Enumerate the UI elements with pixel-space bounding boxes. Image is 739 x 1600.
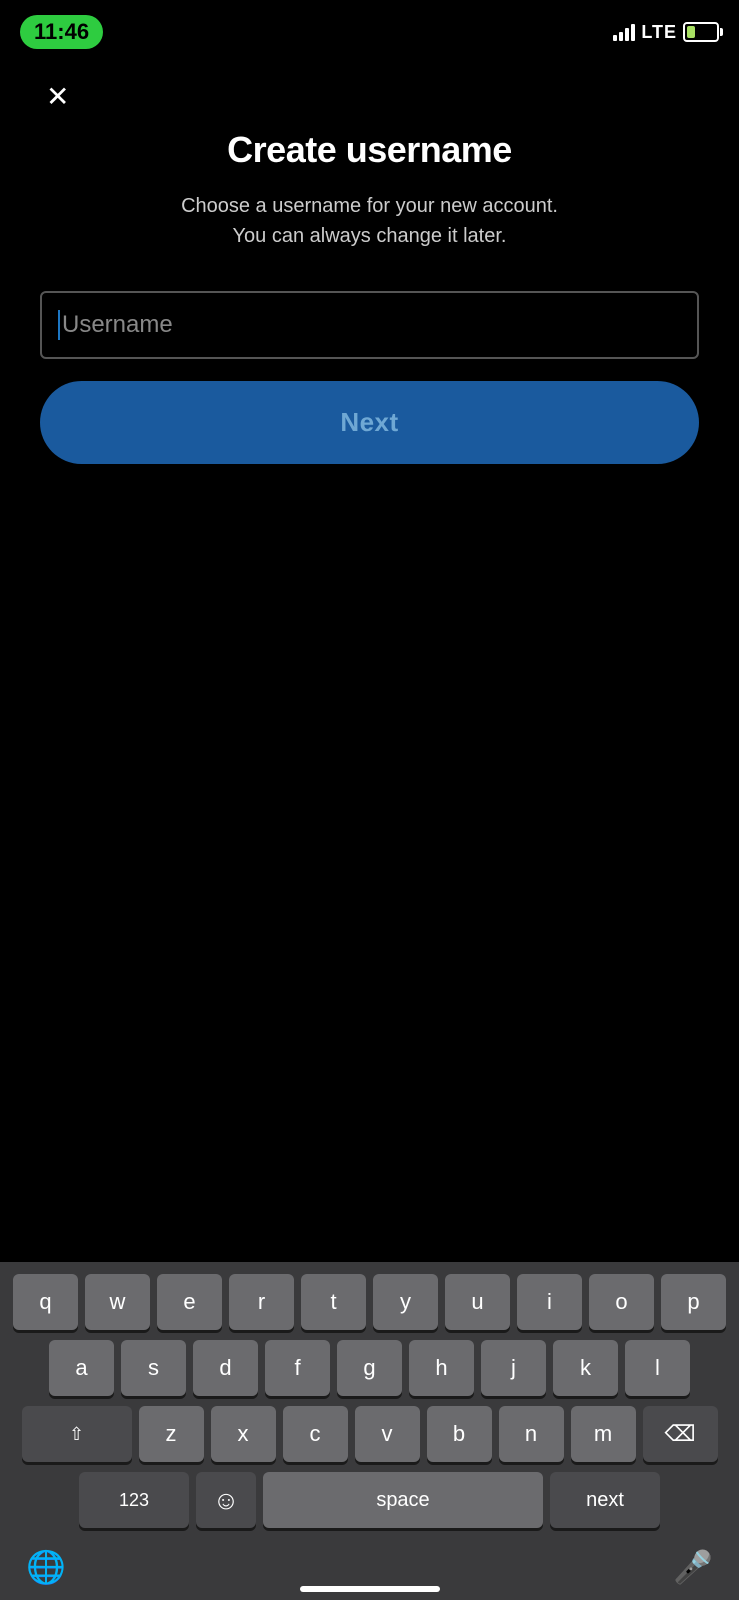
space-label: space: [376, 1489, 429, 1512]
signal-bar-3: [625, 28, 629, 41]
key-n[interactable]: n: [499, 1406, 564, 1462]
key-u[interactable]: u: [445, 1274, 510, 1330]
key-m[interactable]: m: [571, 1406, 636, 1462]
key-g[interactable]: g: [337, 1340, 402, 1396]
battery-level: 4: [685, 27, 717, 38]
signal-bar-4: [631, 24, 635, 41]
key-backspace[interactable]: ⌫: [643, 1406, 718, 1462]
page-title: Create username: [40, 129, 699, 171]
key-y[interactable]: y: [373, 1274, 438, 1330]
key-e[interactable]: e: [157, 1274, 222, 1330]
status-right: LTE 4: [613, 22, 719, 43]
keyboard-row-4: 123 ☺ space next: [6, 1472, 733, 1528]
battery-icon: 4: [683, 22, 719, 42]
keyboard-row-1: q w e r t y u i o p: [6, 1274, 733, 1330]
close-icon: ✕: [46, 81, 69, 112]
key-x[interactable]: x: [211, 1406, 276, 1462]
next-label: next: [586, 1489, 624, 1512]
username-input-wrapper[interactable]: [40, 291, 699, 359]
key-w[interactable]: w: [85, 1274, 150, 1330]
key-q[interactable]: q: [13, 1274, 78, 1330]
key-d[interactable]: d: [193, 1340, 258, 1396]
page-subtitle: Choose a username for your new account.Y…: [40, 191, 699, 251]
key-emoji[interactable]: ☺: [196, 1472, 256, 1528]
microphone-icon[interactable]: 🎤: [673, 1548, 713, 1586]
key-a[interactable]: a: [49, 1340, 114, 1396]
key-numbers[interactable]: 123: [79, 1472, 189, 1528]
key-v[interactable]: v: [355, 1406, 420, 1462]
signal-bar-2: [619, 32, 623, 41]
home-indicator: [300, 1586, 440, 1592]
key-b[interactable]: b: [427, 1406, 492, 1462]
keyboard: q w e r t y u i o p a s d f g h j k l ⇧ …: [0, 1262, 739, 1600]
status-time: 11:46: [20, 15, 103, 49]
key-h[interactable]: h: [409, 1340, 474, 1396]
key-z[interactable]: z: [139, 1406, 204, 1462]
key-i[interactable]: i: [517, 1274, 582, 1330]
signal-bars: [613, 23, 635, 41]
keyboard-row-3: ⇧ z x c v b n m ⌫: [6, 1406, 733, 1462]
emoji-icon: ☺: [213, 1485, 240, 1516]
key-c[interactable]: c: [283, 1406, 348, 1462]
key-k[interactable]: k: [553, 1340, 618, 1396]
text-cursor: [58, 310, 60, 340]
key-l[interactable]: l: [625, 1340, 690, 1396]
shift-icon: ⇧: [69, 1424, 84, 1445]
signal-bar-1: [613, 35, 617, 41]
key-p[interactable]: p: [661, 1274, 726, 1330]
key-t[interactable]: t: [301, 1274, 366, 1330]
numbers-label: 123: [119, 1490, 149, 1511]
globe-icon[interactable]: 🌐: [26, 1548, 66, 1586]
key-space[interactable]: space: [263, 1472, 543, 1528]
close-button[interactable]: ✕: [40, 74, 75, 119]
key-j[interactable]: j: [481, 1340, 546, 1396]
key-r[interactable]: r: [229, 1274, 294, 1330]
key-s[interactable]: s: [121, 1340, 186, 1396]
key-f[interactable]: f: [265, 1340, 330, 1396]
backspace-icon: ⌫: [664, 1421, 695, 1447]
next-button[interactable]: Next: [40, 381, 699, 464]
status-bar: 11:46 LTE 4: [0, 0, 739, 54]
key-shift[interactable]: ⇧: [22, 1406, 132, 1462]
key-o[interactable]: o: [589, 1274, 654, 1330]
username-input[interactable]: [62, 297, 681, 353]
keyboard-row-2: a s d f g h j k l: [6, 1340, 733, 1396]
main-content: ✕ Create username Choose a username for …: [0, 54, 739, 464]
lte-label: LTE: [641, 22, 677, 43]
keyboard-bottom-bar: 🌐 🎤: [6, 1538, 733, 1600]
key-next[interactable]: next: [550, 1472, 660, 1528]
